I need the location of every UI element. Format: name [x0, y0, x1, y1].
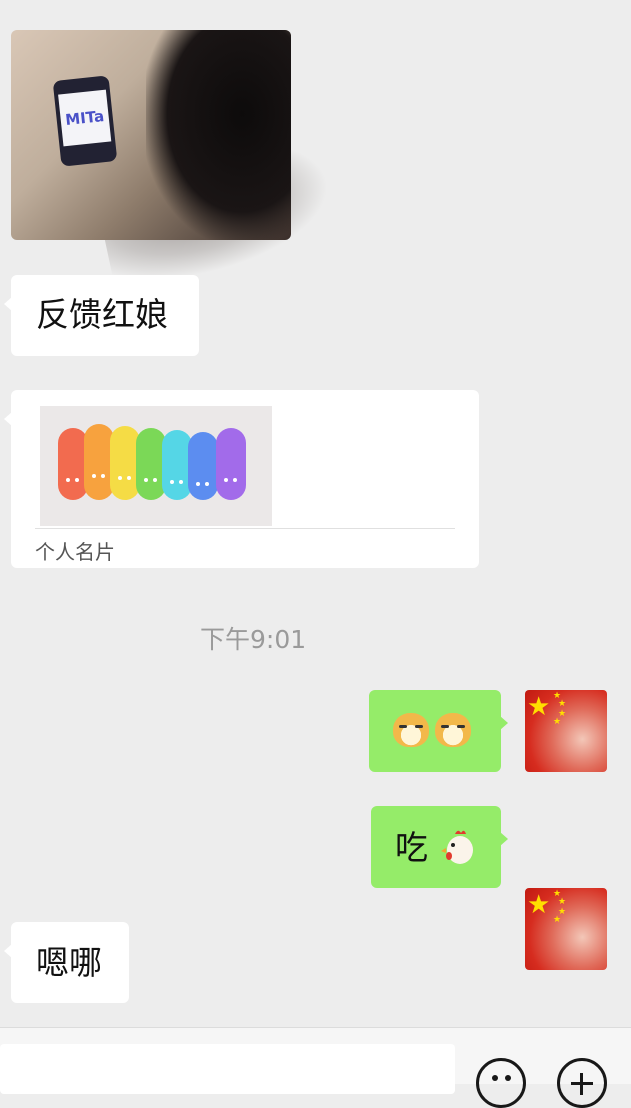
message-text: 反馈红娘 — [36, 295, 168, 334]
dog-face-emoji-icon — [393, 713, 429, 747]
message-text: 嗯哪 — [36, 943, 102, 982]
photo-hair — [146, 30, 291, 240]
message-text: 吃 — [395, 828, 428, 867]
incoming-text-bubble[interactable]: 嗯哪 — [4, 922, 129, 1003]
flag-star-icon: ★ — [527, 890, 551, 920]
flag-star-icon: ★ — [553, 915, 562, 925]
flag-star-icon: ★ — [558, 897, 567, 907]
photo-phone: MITa — [52, 75, 118, 167]
self-avatar[interactable]: ★ ★ ★ ★ ★ — [525, 888, 607, 970]
card-figure — [188, 432, 218, 500]
flag-star-icon: ★ — [558, 699, 567, 709]
self-avatar[interactable]: ★ ★ ★ ★ ★ — [525, 690, 607, 772]
smiley-icon[interactable] — [476, 1058, 526, 1108]
emoji-row — [393, 713, 477, 751]
flag-star-icon: ★ — [553, 717, 562, 727]
plus-icon[interactable] — [557, 1058, 607, 1108]
flag-star-icon: ★ — [527, 692, 551, 722]
message-timestamp: 下午9:01 — [200, 625, 307, 654]
message-input[interactable] — [0, 1044, 455, 1094]
input-toolbar — [0, 1027, 631, 1108]
card-image — [40, 406, 272, 526]
chicken-emoji-icon — [441, 828, 473, 864]
card-figure — [216, 428, 246, 500]
dog-face-emoji-icon — [435, 713, 471, 747]
card-label: 个人名片 — [35, 540, 115, 564]
photo-logo-text: MITa — [64, 107, 105, 130]
outgoing-emoji-bubble[interactable] — [369, 690, 508, 772]
image-message[interactable]: MITa — [11, 30, 291, 240]
incoming-text-bubble[interactable]: 反馈红娘 — [4, 275, 199, 356]
card-divider — [35, 528, 455, 529]
outgoing-text-bubble[interactable]: 吃 — [371, 806, 508, 888]
photo-phone-screen: MITa — [58, 89, 112, 147]
contact-card-message[interactable]: 个人名片 — [4, 390, 479, 568]
